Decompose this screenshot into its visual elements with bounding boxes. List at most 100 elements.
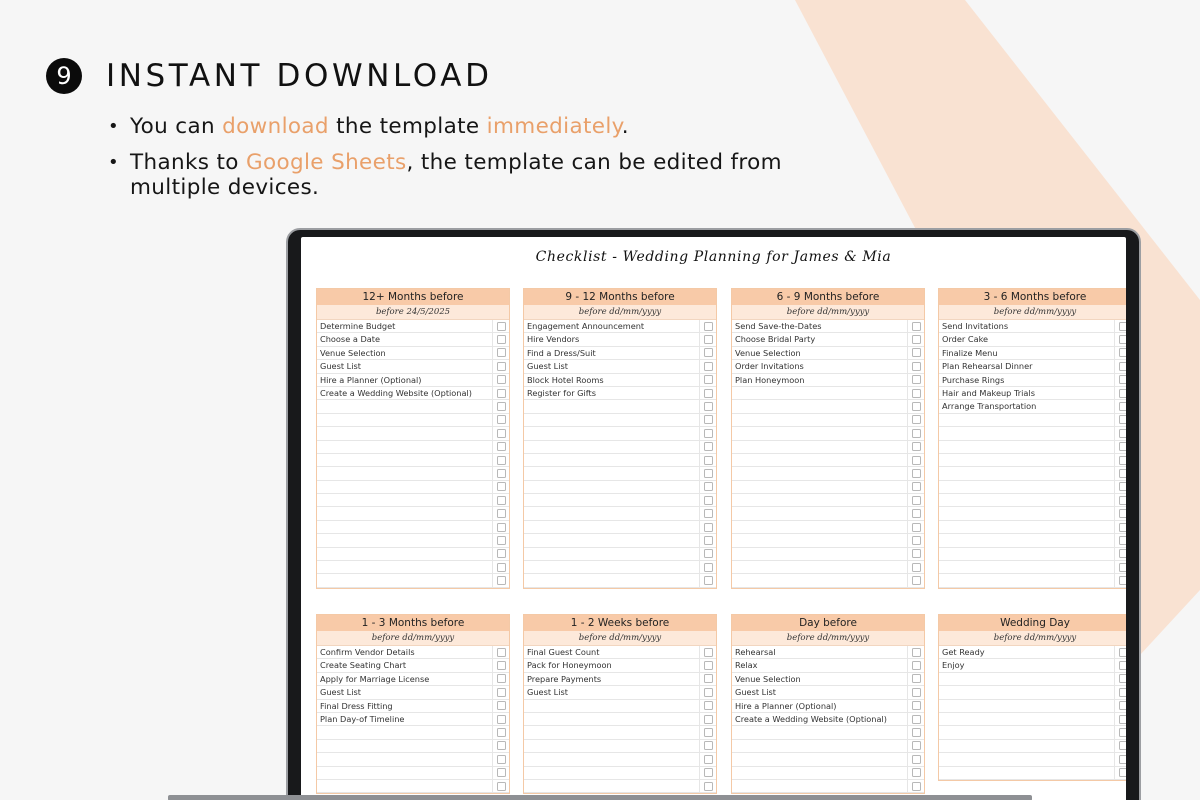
task-checkbox[interactable] bbox=[496, 335, 506, 345]
task-checkbox[interactable] bbox=[496, 576, 506, 586]
task-checkbox[interactable] bbox=[703, 714, 713, 724]
task-cell[interactable]: Prepare Payments bbox=[524, 672, 700, 686]
task-cell[interactable]: Order Invitations bbox=[732, 360, 908, 373]
task-checkbox[interactable] bbox=[496, 415, 506, 425]
task-checkbox[interactable] bbox=[1118, 674, 1126, 684]
task-checkbox[interactable] bbox=[496, 674, 506, 684]
task-cell[interactable] bbox=[939, 547, 1115, 561]
task-cell[interactable]: Create Seating Chart bbox=[317, 659, 493, 672]
task-checkbox[interactable] bbox=[911, 674, 921, 684]
task-checkbox[interactable] bbox=[496, 468, 506, 478]
task-cell[interactable]: Apply for Marriage License bbox=[317, 672, 493, 686]
task-checkbox[interactable] bbox=[496, 361, 506, 371]
task-checkbox[interactable] bbox=[496, 495, 506, 505]
task-cell[interactable] bbox=[317, 547, 493, 561]
task-checkbox[interactable] bbox=[496, 348, 506, 358]
task-cell[interactable]: Determine Budget bbox=[317, 320, 493, 333]
task-cell[interactable] bbox=[939, 686, 1115, 699]
task-cell[interactable] bbox=[524, 726, 700, 739]
task-cell[interactable] bbox=[317, 507, 493, 520]
card-deadline[interactable]: before dd/mm/yyyy bbox=[732, 305, 924, 320]
task-checkbox[interactable] bbox=[1118, 361, 1126, 371]
task-checkbox[interactable] bbox=[911, 687, 921, 697]
task-checkbox[interactable] bbox=[703, 348, 713, 358]
task-cell[interactable] bbox=[939, 413, 1115, 427]
task-checkbox[interactable] bbox=[496, 647, 506, 657]
task-checkbox[interactable] bbox=[1118, 321, 1126, 331]
task-cell[interactable] bbox=[524, 753, 700, 766]
task-cell[interactable] bbox=[317, 561, 493, 574]
task-cell[interactable]: Register for Gifts bbox=[524, 386, 700, 400]
task-cell[interactable] bbox=[317, 453, 493, 467]
task-cell[interactable]: Guest List bbox=[317, 686, 493, 699]
task-cell[interactable] bbox=[524, 480, 700, 494]
task-cell[interactable] bbox=[732, 547, 908, 561]
task-cell[interactable] bbox=[732, 534, 908, 547]
task-cell[interactable] bbox=[732, 413, 908, 427]
task-checkbox[interactable] bbox=[703, 535, 713, 545]
task-checkbox[interactable] bbox=[703, 428, 713, 438]
task-checkbox[interactable] bbox=[1118, 701, 1126, 711]
task-checkbox[interactable] bbox=[1118, 509, 1126, 519]
task-checkbox[interactable] bbox=[703, 728, 713, 738]
task-checkbox[interactable] bbox=[496, 522, 506, 532]
task-cell[interactable]: Finalize Menu bbox=[939, 346, 1115, 360]
task-cell[interactable]: Enjoy bbox=[939, 659, 1115, 672]
task-cell[interactable] bbox=[732, 739, 908, 753]
task-cell[interactable] bbox=[317, 726, 493, 739]
task-cell[interactable]: Plan Honeymoon bbox=[732, 373, 908, 386]
task-checkbox[interactable] bbox=[911, 495, 921, 505]
task-checkbox[interactable] bbox=[911, 535, 921, 545]
task-checkbox[interactable] bbox=[496, 781, 506, 791]
task-cell[interactable] bbox=[524, 712, 700, 726]
task-cell[interactable] bbox=[317, 779, 493, 793]
card-deadline[interactable]: before dd/mm/yyyy bbox=[524, 631, 716, 646]
task-checkbox[interactable] bbox=[496, 741, 506, 751]
task-checkbox[interactable] bbox=[911, 361, 921, 371]
task-checkbox[interactable] bbox=[496, 321, 506, 331]
task-checkbox[interactable] bbox=[703, 415, 713, 425]
task-checkbox[interactable] bbox=[1118, 661, 1126, 671]
task-checkbox[interactable] bbox=[496, 768, 506, 778]
task-cell[interactable] bbox=[317, 467, 493, 480]
task-checkbox[interactable] bbox=[1118, 728, 1126, 738]
task-checkbox[interactable] bbox=[496, 535, 506, 545]
task-checkbox[interactable] bbox=[911, 402, 921, 412]
task-checkbox[interactable] bbox=[911, 576, 921, 586]
task-checkbox[interactable] bbox=[496, 442, 506, 452]
task-cell[interactable] bbox=[317, 520, 493, 534]
task-checkbox[interactable] bbox=[911, 714, 921, 724]
task-cell[interactable] bbox=[524, 534, 700, 547]
task-checkbox[interactable] bbox=[496, 509, 506, 519]
task-cell[interactable] bbox=[317, 480, 493, 494]
task-cell[interactable] bbox=[317, 766, 493, 779]
task-cell[interactable] bbox=[524, 561, 700, 574]
task-cell[interactable]: Guest List bbox=[732, 686, 908, 699]
task-checkbox[interactable] bbox=[1118, 402, 1126, 412]
task-cell[interactable] bbox=[317, 753, 493, 766]
task-checkbox[interactable] bbox=[703, 562, 713, 572]
task-cell[interactable]: Find a Dress/Suit bbox=[524, 346, 700, 360]
task-cell[interactable] bbox=[939, 494, 1115, 507]
task-cell[interactable]: Pack for Honeymoon bbox=[524, 659, 700, 672]
task-cell[interactable]: Final Dress Fitting bbox=[317, 699, 493, 712]
card-deadline[interactable]: before 24/5/2025 bbox=[317, 305, 509, 320]
task-checkbox[interactable] bbox=[911, 522, 921, 532]
task-cell[interactable] bbox=[317, 574, 493, 587]
task-cell[interactable]: Create a Wedding Website (Optional) bbox=[732, 712, 908, 726]
task-cell[interactable] bbox=[939, 699, 1115, 712]
task-cell[interactable] bbox=[939, 427, 1115, 440]
task-checkbox[interactable] bbox=[703, 455, 713, 465]
task-checkbox[interactable] bbox=[703, 495, 713, 505]
task-checkbox[interactable] bbox=[1118, 535, 1126, 545]
task-cell[interactable] bbox=[524, 427, 700, 440]
task-cell[interactable]: Hire a Planner (Optional) bbox=[732, 699, 908, 712]
task-checkbox[interactable] bbox=[911, 728, 921, 738]
task-cell[interactable]: Send Invitations bbox=[939, 320, 1115, 333]
task-cell[interactable] bbox=[732, 766, 908, 779]
task-cell[interactable]: Block Hotel Rooms bbox=[524, 373, 700, 386]
task-checkbox[interactable] bbox=[1118, 562, 1126, 572]
task-checkbox[interactable] bbox=[1118, 335, 1126, 345]
task-cell[interactable] bbox=[732, 779, 908, 793]
task-cell[interactable]: Arrange Transportation bbox=[939, 400, 1115, 413]
